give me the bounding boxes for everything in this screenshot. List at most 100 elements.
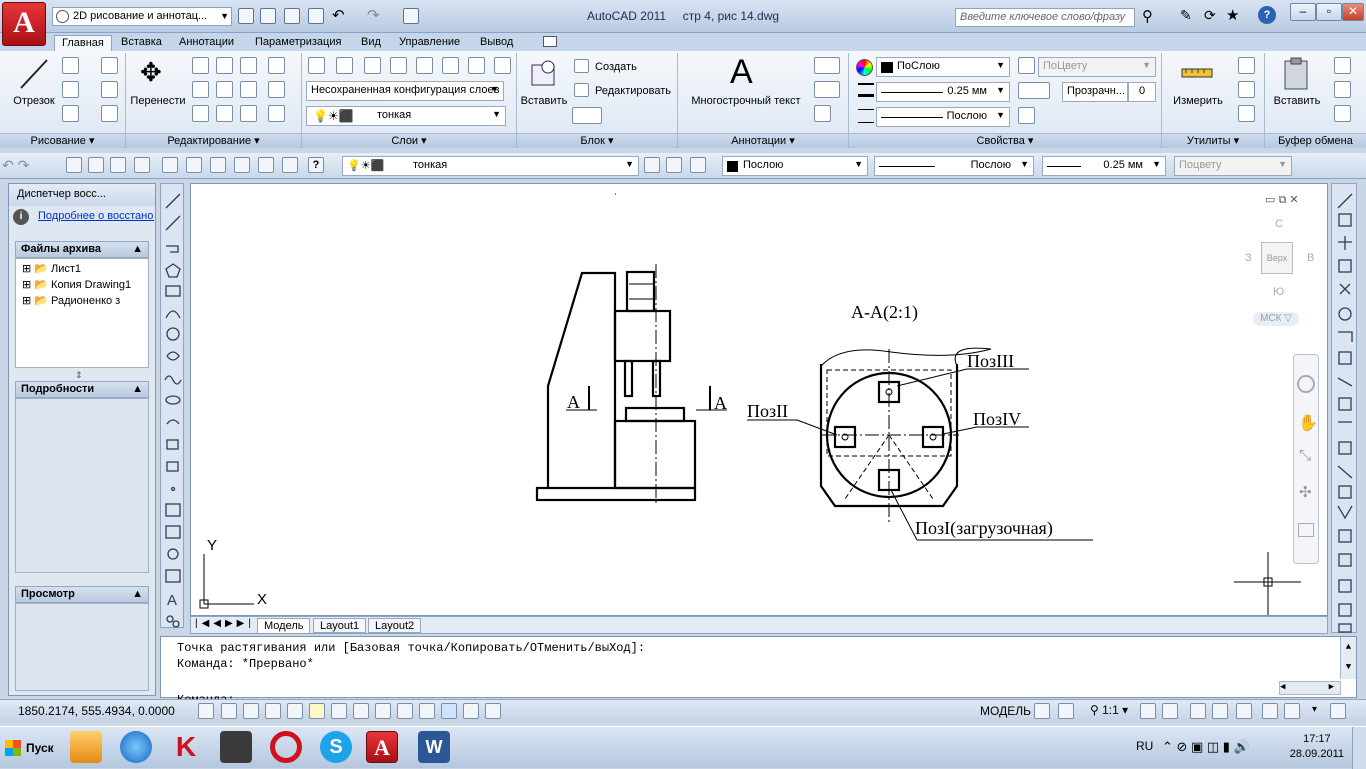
ucs-menu[interactable]: МСК ▽: [1253, 312, 1299, 326]
zoom-window-icon[interactable]: [110, 157, 126, 173]
opera-icon[interactable]: [270, 731, 302, 763]
pan-hand-icon[interactable]: ✋: [1298, 413, 1318, 433]
showmotion-icon[interactable]: [1298, 523, 1314, 537]
mirror-icon[interactable]: [192, 81, 209, 98]
layer-properties-icon[interactable]: [308, 57, 325, 74]
ortho-icon[interactable]: [265, 703, 281, 719]
panel-block-title[interactable]: Блок ▾: [517, 133, 677, 148]
polar-icon[interactable]: [287, 703, 303, 719]
selection-cycling-icon[interactable]: [485, 703, 501, 719]
kaspersky-icon[interactable]: K: [170, 731, 202, 763]
copy-icon[interactable]: [192, 57, 209, 74]
otrack-icon[interactable]: [353, 703, 369, 719]
coordinates-readout[interactable]: 1850.2174, 555.4934, 0.0000: [18, 704, 175, 718]
skype-icon[interactable]: S: [320, 731, 352, 763]
paste-button[interactable]: Вставить: [1268, 95, 1326, 107]
color-toolbar-select[interactable]: Послою ▼: [722, 156, 868, 176]
show-desktop-button[interactable]: [1352, 727, 1366, 769]
leader-icon[interactable]: [814, 81, 840, 98]
tab-parametric[interactable]: Параметризация: [248, 35, 348, 51]
fillet-icon[interactable]: [216, 81, 233, 98]
dyn-icon[interactable]: [397, 703, 413, 719]
search-input[interactable]: Введите ключевое слово/фразу: [955, 8, 1135, 27]
application-menu-button[interactable]: A: [2, 2, 46, 46]
autocad-taskbar-icon[interactable]: A: [366, 731, 398, 763]
layer-freeze-icon[interactable]: [416, 57, 433, 74]
star-icon[interactable]: ★: [1226, 6, 1239, 24]
move-icon[interactable]: ✥: [140, 57, 162, 88]
tray-icons[interactable]: ⌃ ⊘ ▣ ◫ ▮ 🔊: [1162, 739, 1250, 755]
status-menu-icon[interactable]: ▾: [1312, 704, 1317, 715]
start-button[interactable]: Пуск: [0, 731, 55, 765]
command-window[interactable]: Точка растягивания или [Базовая точка/Ко…: [160, 636, 1357, 707]
command-hscroll[interactable]: ◀ ▶: [1279, 681, 1341, 695]
palette-title[interactable]: Диспетчер восс...: [9, 184, 155, 206]
lineweight-toolbar-select[interactable]: 0.25 мм ▼: [1042, 156, 1166, 176]
grid-icon[interactable]: [243, 703, 259, 719]
tab-view[interactable]: Вид: [354, 35, 388, 51]
plotstyle-select[interactable]: ПоЦвету ▼: [1038, 57, 1156, 77]
panel-draw-title[interactable]: Рисование ▾: [0, 133, 125, 148]
3dosnap-icon[interactable]: [331, 703, 347, 719]
draw-tools-icons[interactable]: A: [161, 184, 185, 629]
create-block-button[interactable]: Создать: [595, 61, 637, 73]
tree-item[interactable]: ⊞ 📂 Радионенко з: [22, 294, 120, 307]
bulb-icon[interactable]: [1284, 703, 1300, 719]
clean-screen-icon[interactable]: [1330, 703, 1346, 719]
tree-item[interactable]: ⊞ 📂 Копия Drawing1: [22, 278, 131, 291]
annotation-visibility-icon[interactable]: [1140, 703, 1156, 719]
edit-block-icon[interactable]: [574, 83, 589, 97]
transparency-toggle-icon[interactable]: [441, 703, 457, 719]
markup-icon[interactable]: [258, 157, 274, 173]
tab-manage[interactable]: Управление: [392, 35, 467, 51]
id-point-icon[interactable]: [1238, 105, 1255, 122]
mtext-icon[interactable]: A: [730, 53, 753, 92]
close-button[interactable]: ✕: [1342, 3, 1364, 21]
circle-icon[interactable]: [62, 81, 79, 98]
quick-view-layouts-icon[interactable]: [1034, 703, 1050, 719]
snap-icon[interactable]: [221, 703, 237, 719]
linetype-select[interactable]: Послою ▼: [876, 107, 1010, 127]
files-header[interactable]: Файлы архива ▲: [15, 241, 149, 258]
chamfer-icon[interactable]: [268, 105, 285, 122]
language-indicator[interactable]: RU: [1136, 739, 1153, 753]
linetype-toolbar-select[interactable]: Послою ▼: [874, 156, 1034, 176]
viewcube-top[interactable]: Верх: [1261, 242, 1293, 274]
tab-layout2[interactable]: Layout2: [368, 618, 422, 633]
trim-icon[interactable]: [240, 57, 257, 74]
layer-properties-icon[interactable]: [644, 157, 660, 173]
learn-more-link[interactable]: Подробнее о восстановлении: [38, 210, 154, 222]
rectangle-icon[interactable]: [101, 57, 118, 74]
line-icon[interactable]: [18, 57, 50, 91]
gradient-icon[interactable]: [101, 105, 118, 122]
quick-properties-icon[interactable]: [463, 703, 479, 719]
transparency-input[interactable]: 0: [1128, 82, 1156, 102]
hardware-acceleration-icon[interactable]: [1236, 703, 1252, 719]
viewcube-south[interactable]: Ю: [1273, 286, 1284, 298]
rotate-icon[interactable]: [216, 57, 233, 74]
cut-icon[interactable]: [1334, 57, 1351, 74]
properties-icon[interactable]: [162, 157, 178, 173]
modify-tools-icons[interactable]: [1332, 184, 1358, 634]
create-block-icon[interactable]: [574, 59, 589, 73]
move-button[interactable]: Перенести: [128, 95, 188, 107]
minimize-button[interactable]: –: [1290, 3, 1316, 21]
offset-icon[interactable]: [240, 105, 257, 122]
film-icon[interactable]: [220, 731, 252, 763]
insert-block-icon[interactable]: [528, 57, 560, 89]
tab-annotate[interactable]: Аннотации: [172, 35, 241, 51]
help-icon[interactable]: ?: [1258, 6, 1276, 24]
zoom-extents-icon[interactable]: ⤡: [1299, 447, 1311, 464]
calculator-icon[interactable]: [1238, 81, 1255, 98]
preview-header[interactable]: Просмотр ▲: [15, 586, 149, 603]
design-center-icon[interactable]: [186, 157, 202, 173]
layer-off-icon[interactable]: [390, 57, 407, 74]
layer-toolbar-select[interactable]: 💡☀⬛ тонкая ▼: [342, 156, 639, 176]
infer-constraints-icon[interactable]: [198, 703, 214, 719]
viewcube-north[interactable]: С: [1275, 218, 1283, 230]
command-scrollbar[interactable]: ▲ ▼: [1340, 637, 1356, 679]
model-space-button[interactable]: МОДЕЛЬ: [980, 704, 1031, 718]
panel-properties-title[interactable]: Свойства ▾: [849, 133, 1161, 148]
viewcube[interactable]: С З В Верх Ю МСК ▽: [1241, 214, 1321, 326]
panel-annotations-title[interactable]: Аннотации ▾: [678, 133, 848, 148]
